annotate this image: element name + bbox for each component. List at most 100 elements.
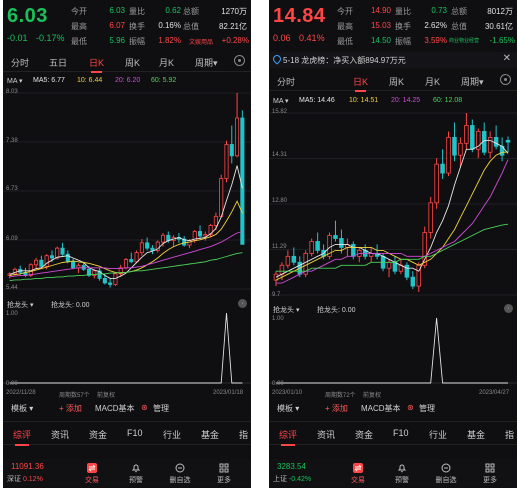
y-axis-label: 5.44 <box>6 285 18 291</box>
candle-body <box>60 247 65 255</box>
tab-monthly-k[interactable]: 月K <box>425 75 440 88</box>
manage-icon[interactable]: ⊛ <box>141 403 148 412</box>
nav-alert[interactable]: 预警 <box>387 463 417 485</box>
current-price: 14.84 <box>273 5 326 27</box>
candle-body <box>446 136 451 174</box>
x-axis-end-date: 2023/01/18 <box>213 390 244 396</box>
dragon-tiger-notice[interactable]: 5-18 龙虎榜：净买入额894.97万元 ✕ <box>269 52 517 68</box>
manage-icon[interactable]: ⊛ <box>407 403 414 412</box>
ma10-value: 10: 14.51 <box>349 97 379 104</box>
add-indicator-button[interactable]: + 添加 <box>325 403 348 414</box>
tab-f10[interactable]: F10 <box>393 428 409 438</box>
quote-value: 2.62% <box>424 21 447 30</box>
tab-overview[interactable]: 综评 <box>279 428 297 446</box>
tab-monthly-k[interactable]: 月K <box>159 56 174 69</box>
candle-body <box>291 255 297 263</box>
index-value[interactable]: 3283.54 <box>277 462 306 471</box>
index-value[interactable]: 11091.36 <box>11 462 44 471</box>
tab-period[interactable]: 周期▾ <box>195 56 218 69</box>
nav-remove-watchlist[interactable]: 删自选 <box>431 463 461 485</box>
tab-f10[interactable]: F10 <box>127 428 143 438</box>
quote-key: 量比 <box>129 7 145 16</box>
tab-index[interactable]: 指 <box>505 428 514 441</box>
tab-weekly-k[interactable]: 周K <box>389 75 404 88</box>
ma20-value: 20: 6.20 <box>115 77 141 84</box>
notice-text: 5-18 龙虎榜：净买入额894.97万元 <box>283 56 406 65</box>
quote-key: 最低 <box>337 37 353 46</box>
tab-index[interactable]: 指 <box>239 428 248 441</box>
manage-button[interactable]: 管理 <box>153 403 169 414</box>
nav-remove-watchlist[interactable]: 删自选 <box>165 463 195 485</box>
sector-name[interactable]: 文娱用品 <box>189 37 213 46</box>
ma-selector[interactable]: MA ▾ <box>273 97 289 105</box>
candle-body <box>315 241 320 251</box>
tab-news[interactable]: 资讯 <box>51 428 69 441</box>
nav-trade[interactable]: 交易 <box>77 463 107 485</box>
tab-intraday[interactable]: 分时 <box>277 75 295 88</box>
candle-body <box>493 136 499 147</box>
tab-industry[interactable]: 行业 <box>429 428 447 441</box>
tab-five-day[interactable]: 五日 <box>49 56 67 69</box>
tab-daily-k[interactable]: 日K <box>89 56 104 73</box>
indicator-legend: 抢龙头 ▾ 抢龙头: 0.00 · <box>269 304 517 316</box>
candle-body <box>71 261 76 269</box>
tab-industry[interactable]: 行业 <box>163 428 181 441</box>
sector-name[interactable]: 商业物业经营 <box>449 37 479 44</box>
nav-alert[interactable]: 预警 <box>121 463 151 485</box>
ma20-line <box>9 231 243 278</box>
quote-key: 总值 <box>183 22 199 31</box>
current-price: 6.03 <box>7 5 48 27</box>
close-icon[interactable]: ✕ <box>503 53 511 64</box>
candle-body <box>145 242 150 249</box>
quote-value: 1.82% <box>158 36 181 45</box>
add-indicator-button[interactable]: + 添加 <box>59 403 82 414</box>
quote-value: 14.90 <box>370 6 391 15</box>
template-button[interactable]: 模板 ▾ <box>277 403 299 414</box>
indicator-selector[interactable]: 抢龙头 ▾ <box>273 305 299 315</box>
tab-fund[interactable]: 基金 <box>467 428 485 441</box>
tab-intraday[interactable]: 分时 <box>11 56 29 69</box>
nav-more[interactable]: 更多 <box>209 463 239 485</box>
manage-button[interactable]: 管理 <box>419 403 435 414</box>
candle-body <box>505 139 511 143</box>
candle-body <box>240 117 245 245</box>
indicator-selector[interactable]: 抢龙头 ▾ <box>7 300 33 310</box>
candle-body <box>339 238 344 248</box>
macd-basic-button[interactable]: MACD基本 <box>361 403 401 414</box>
tab-period[interactable]: 周期▾ <box>461 75 484 88</box>
tab-fund[interactable]: 基金 <box>201 428 219 441</box>
tab-weekly-k[interactable]: 周K <box>125 56 140 69</box>
nav-trade[interactable]: 交易 <box>343 463 373 485</box>
adjust-mode: 前复权 <box>97 393 116 399</box>
macd-basic-button[interactable]: MACD基本 <box>95 403 135 414</box>
tab-news[interactable]: 资讯 <box>317 428 335 441</box>
index-name: 深证 0.12% <box>7 476 43 483</box>
y-axis-label: 8.03 <box>6 89 18 95</box>
indicator-settings-icon[interactable]: · <box>238 299 247 308</box>
nav-more[interactable]: 更多 <box>475 463 505 485</box>
settings-icon[interactable] <box>234 55 245 66</box>
quote-value: 0.16% <box>158 21 181 30</box>
settings-icon[interactable] <box>500 74 511 85</box>
ma5-value: MA5: 14.46 <box>299 97 335 104</box>
indicator-line <box>276 317 508 384</box>
indicator-y-top: 1.00 <box>6 311 18 317</box>
period-count: 周期数72个 <box>325 393 356 399</box>
ma-selector[interactable]: MA ▾ <box>7 77 23 85</box>
tab-funds[interactable]: 资金 <box>355 428 373 441</box>
tab-daily-k[interactable]: 日K <box>353 75 368 92</box>
indicator-settings-icon[interactable]: · <box>504 304 513 313</box>
candle-body <box>123 259 129 269</box>
template-button[interactable]: 模板 ▾ <box>11 403 33 414</box>
candle-body <box>410 276 416 287</box>
ma10-value: 10: 6.44 <box>77 77 103 84</box>
kline-chart[interactable] <box>3 89 251 295</box>
bell-icon <box>131 464 141 473</box>
candle-body <box>55 247 60 259</box>
bell-icon <box>397 464 407 473</box>
kline-chart[interactable] <box>269 109 517 301</box>
quote-key: 今开 <box>337 7 353 16</box>
tab-overview[interactable]: 综评 <box>13 428 31 446</box>
tab-funds[interactable]: 资金 <box>89 428 107 441</box>
grid-icon <box>485 463 495 473</box>
